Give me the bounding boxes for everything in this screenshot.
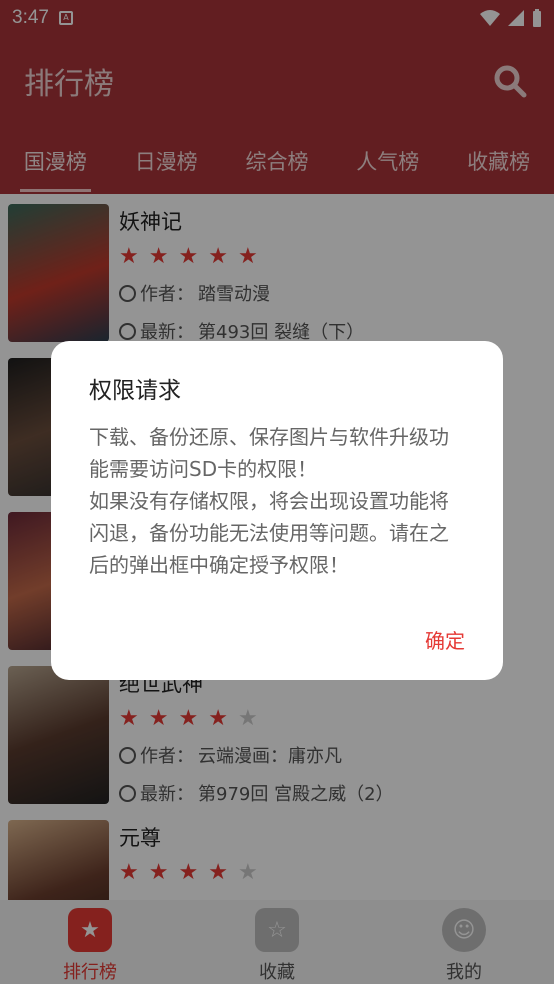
confirm-button[interactable]: 确定 [425, 625, 465, 654]
dialog-message: 下载、备份还原、保存图片与软件升级功能需要访问SD卡的权限！ 如果没有存储权限，… [89, 425, 449, 577]
permission-dialog: 权限请求 下载、备份还原、保存图片与软件升级功能需要访问SD卡的权限！ 如果没有… [51, 341, 503, 680]
dialog-title: 权限请求 [89, 378, 181, 404]
